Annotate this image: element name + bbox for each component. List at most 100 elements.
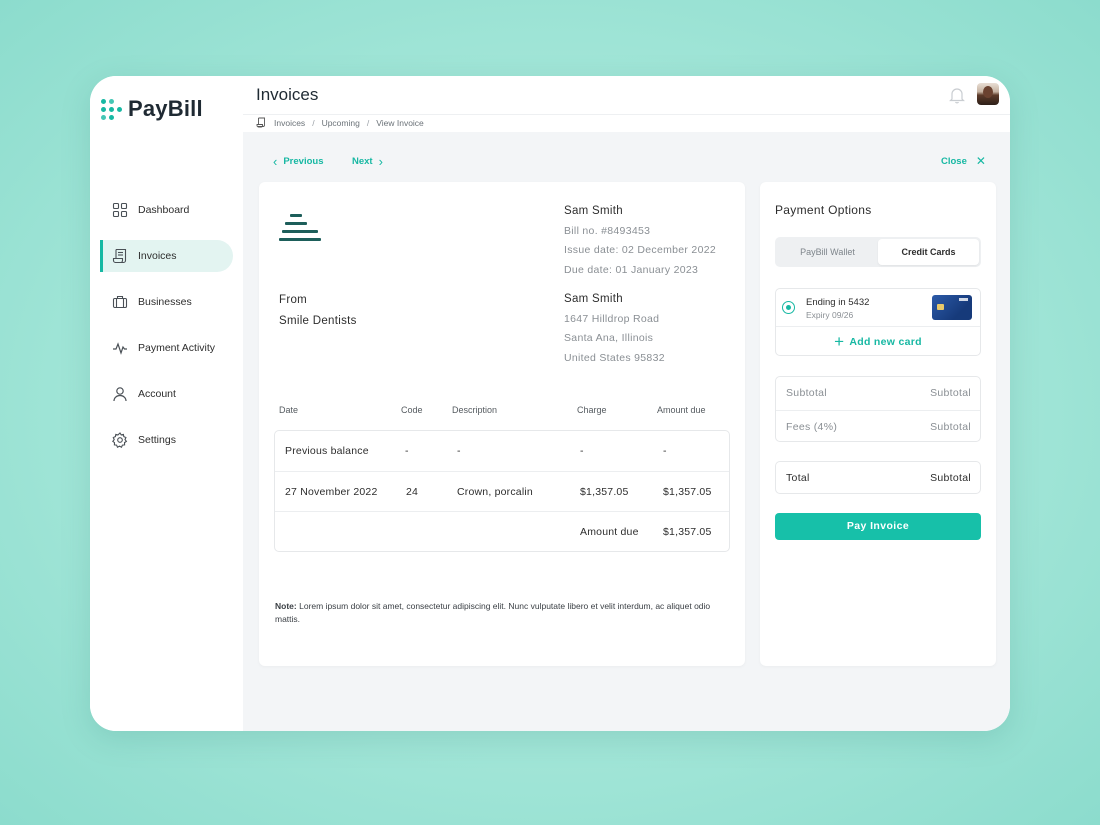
due-date: Due date: 01 January 2023 xyxy=(564,263,699,276)
tab-paybill-wallet[interactable]: PayBill Wallet xyxy=(777,239,878,265)
invoice-note: Note: Lorem ipsum dolor sit amet, consec… xyxy=(275,600,715,626)
close-label: Close xyxy=(941,155,967,167)
address-block: Sam Smith 1647 Hilldrop Road Santa Ana, … xyxy=(564,290,665,368)
issue-date: Issue date: 02 December 2022 xyxy=(564,244,716,256)
from-label: From xyxy=(279,294,308,306)
table-cell: Crown, porcalin xyxy=(457,486,533,498)
breadcrumb-view-invoice: View Invoice xyxy=(376,117,424,128)
breadcrumb-upcoming[interactable]: Upcoming xyxy=(322,118,360,128)
column-header-date: Date xyxy=(279,405,299,415)
invoice-table: Previous balance - - - - 27 November 202… xyxy=(274,430,730,552)
total-value: Subtotal xyxy=(930,472,971,484)
column-header-charge: Charge xyxy=(577,405,607,415)
breadcrumb-bar: Invoices / Upcoming / View Invoice xyxy=(243,114,1010,132)
bill-to-name: Sam Smith xyxy=(564,205,623,217)
sidebar-item-payment-activity[interactable]: Payment Activity xyxy=(90,332,243,364)
address-line: United States 95832 xyxy=(564,351,665,364)
bill-details: Sam Smith Bill no. #8493453 Issue date: … xyxy=(564,202,716,280)
amount-due-row: Amount due $1,357.05 xyxy=(275,511,729,551)
tab-credit-cards[interactable]: Credit Cards xyxy=(878,239,979,265)
from-name: Smile Dentists xyxy=(279,314,357,327)
subtotal-label: Subtotal xyxy=(786,387,827,399)
table-cell: - xyxy=(405,445,409,457)
invoice-card: Sam Smith Bill no. #8493453 Issue date: … xyxy=(259,182,745,666)
close-button[interactable]: Close ✕ xyxy=(941,154,992,168)
sidebar-item-label: Payment Activity xyxy=(138,342,216,354)
business-logo-icon xyxy=(279,212,323,242)
previous-label: Previous xyxy=(283,156,324,167)
table-row: 27 November 2022 24 Crown, porcalin $1,3… xyxy=(275,471,729,511)
subtotal-value: Subtotal xyxy=(930,387,971,399)
fees-row: Fees (4%) Subtotal xyxy=(776,410,980,443)
summary-box: Subtotal Subtotal Fees (4%) Subtotal xyxy=(775,376,981,442)
pay-invoice-button[interactable]: Pay Invoice xyxy=(775,513,981,540)
table-cell: - xyxy=(663,445,667,457)
logo-dots-icon xyxy=(101,99,122,120)
fees-value: Subtotal xyxy=(930,421,971,433)
card-radio[interactable] xyxy=(782,301,795,314)
amount-due-label: Amount due xyxy=(580,526,639,538)
chevron-left-icon: ‹ xyxy=(273,154,278,169)
table-cell: 24 xyxy=(406,486,419,498)
avatar[interactable] xyxy=(977,83,999,105)
next-label: Next xyxy=(352,156,373,167)
gear-icon xyxy=(112,432,128,448)
previous-button[interactable]: ‹ Previous xyxy=(267,154,323,169)
invoice-icon xyxy=(256,117,266,128)
user-icon xyxy=(112,386,128,402)
sidebar-item-invoices[interactable]: Invoices xyxy=(100,240,233,272)
saved-cards: Ending in 5432 Expiry 09/26 + Add new ca… xyxy=(775,288,981,356)
activity-pulse-icon xyxy=(112,340,128,356)
from-block: From Smile Dentists xyxy=(279,290,357,331)
app-name: PayBill xyxy=(128,96,203,121)
fees-label: Fees (4%) xyxy=(786,421,838,433)
main-content: ‹ Previous Next › Close ✕ Sam Smith Bill… xyxy=(243,132,1010,731)
table-cell: - xyxy=(457,445,461,457)
note-label: Note: xyxy=(275,601,297,611)
saved-card-option[interactable]: Ending in 5432 Expiry 09/26 xyxy=(776,289,980,327)
sidebar-item-label: Businesses xyxy=(138,296,192,308)
note-text: Lorem ipsum dolor sit amet, consectetur … xyxy=(275,601,711,624)
breadcrumb-invoices[interactable]: Invoices xyxy=(274,118,305,128)
plus-icon: + xyxy=(834,331,845,351)
sidebar-item-label: Account xyxy=(138,388,176,400)
briefcase-icon xyxy=(112,294,128,310)
sidebar-item-account[interactable]: Account xyxy=(90,378,243,410)
sidebar-item-label: Invoices xyxy=(138,250,177,262)
dashboard-grid-icon xyxy=(112,202,128,218)
breadcrumb: Invoices / Upcoming / View Invoice xyxy=(256,117,424,128)
column-header-description: Description xyxy=(452,405,498,415)
sidebar-item-dashboard[interactable]: Dashboard xyxy=(90,194,243,226)
chevron-right-icon: › xyxy=(378,154,383,169)
close-icon: ✕ xyxy=(975,154,986,168)
address-line: Santa Ana, Illinois xyxy=(564,332,654,344)
payment-method-tabs: PayBill Wallet Credit Cards xyxy=(775,237,981,267)
add-new-card-label: Add new card xyxy=(849,335,922,348)
bill-number: Bill no. #8493453 xyxy=(564,224,651,237)
top-header: Invoices xyxy=(243,76,1010,116)
sidebar-item-label: Settings xyxy=(138,434,176,446)
invoice-icon xyxy=(112,248,128,264)
sidebar-item-settings[interactable]: Settings xyxy=(90,424,243,456)
sidebar-nav: Dashboard Invoices Businesses Payment Ac… xyxy=(90,194,243,470)
table-cell: - xyxy=(580,445,584,457)
add-new-card-button[interactable]: + Add new card xyxy=(776,327,980,356)
sidebar-item-businesses[interactable]: Businesses xyxy=(90,286,243,318)
address-name: Sam Smith xyxy=(564,293,623,305)
card-ending: Ending in 5432 xyxy=(806,297,870,308)
address-line: 1647 Hilldrop Road xyxy=(564,312,660,325)
app-window: PayBill Dashboard Invoices Businesses Pa… xyxy=(90,76,1010,731)
subtotal-row: Subtotal Subtotal xyxy=(776,377,980,410)
payment-options-title: Payment Options xyxy=(775,203,872,217)
total-label: Total xyxy=(786,472,810,484)
column-header-amount-due: Amount due xyxy=(657,405,706,415)
payment-options-card: Payment Options PayBill Wallet Credit Ca… xyxy=(760,182,996,666)
logo: PayBill xyxy=(101,96,203,122)
page-title: Invoices xyxy=(256,85,319,104)
credit-card-image-icon xyxy=(932,295,972,320)
amount-due-value: $1,357.05 xyxy=(663,526,712,538)
table-cell: Previous balance xyxy=(285,445,369,457)
bell-icon[interactable] xyxy=(949,86,965,104)
table-cell: 27 November 2022 xyxy=(285,486,378,498)
next-button[interactable]: Next › xyxy=(352,154,389,169)
